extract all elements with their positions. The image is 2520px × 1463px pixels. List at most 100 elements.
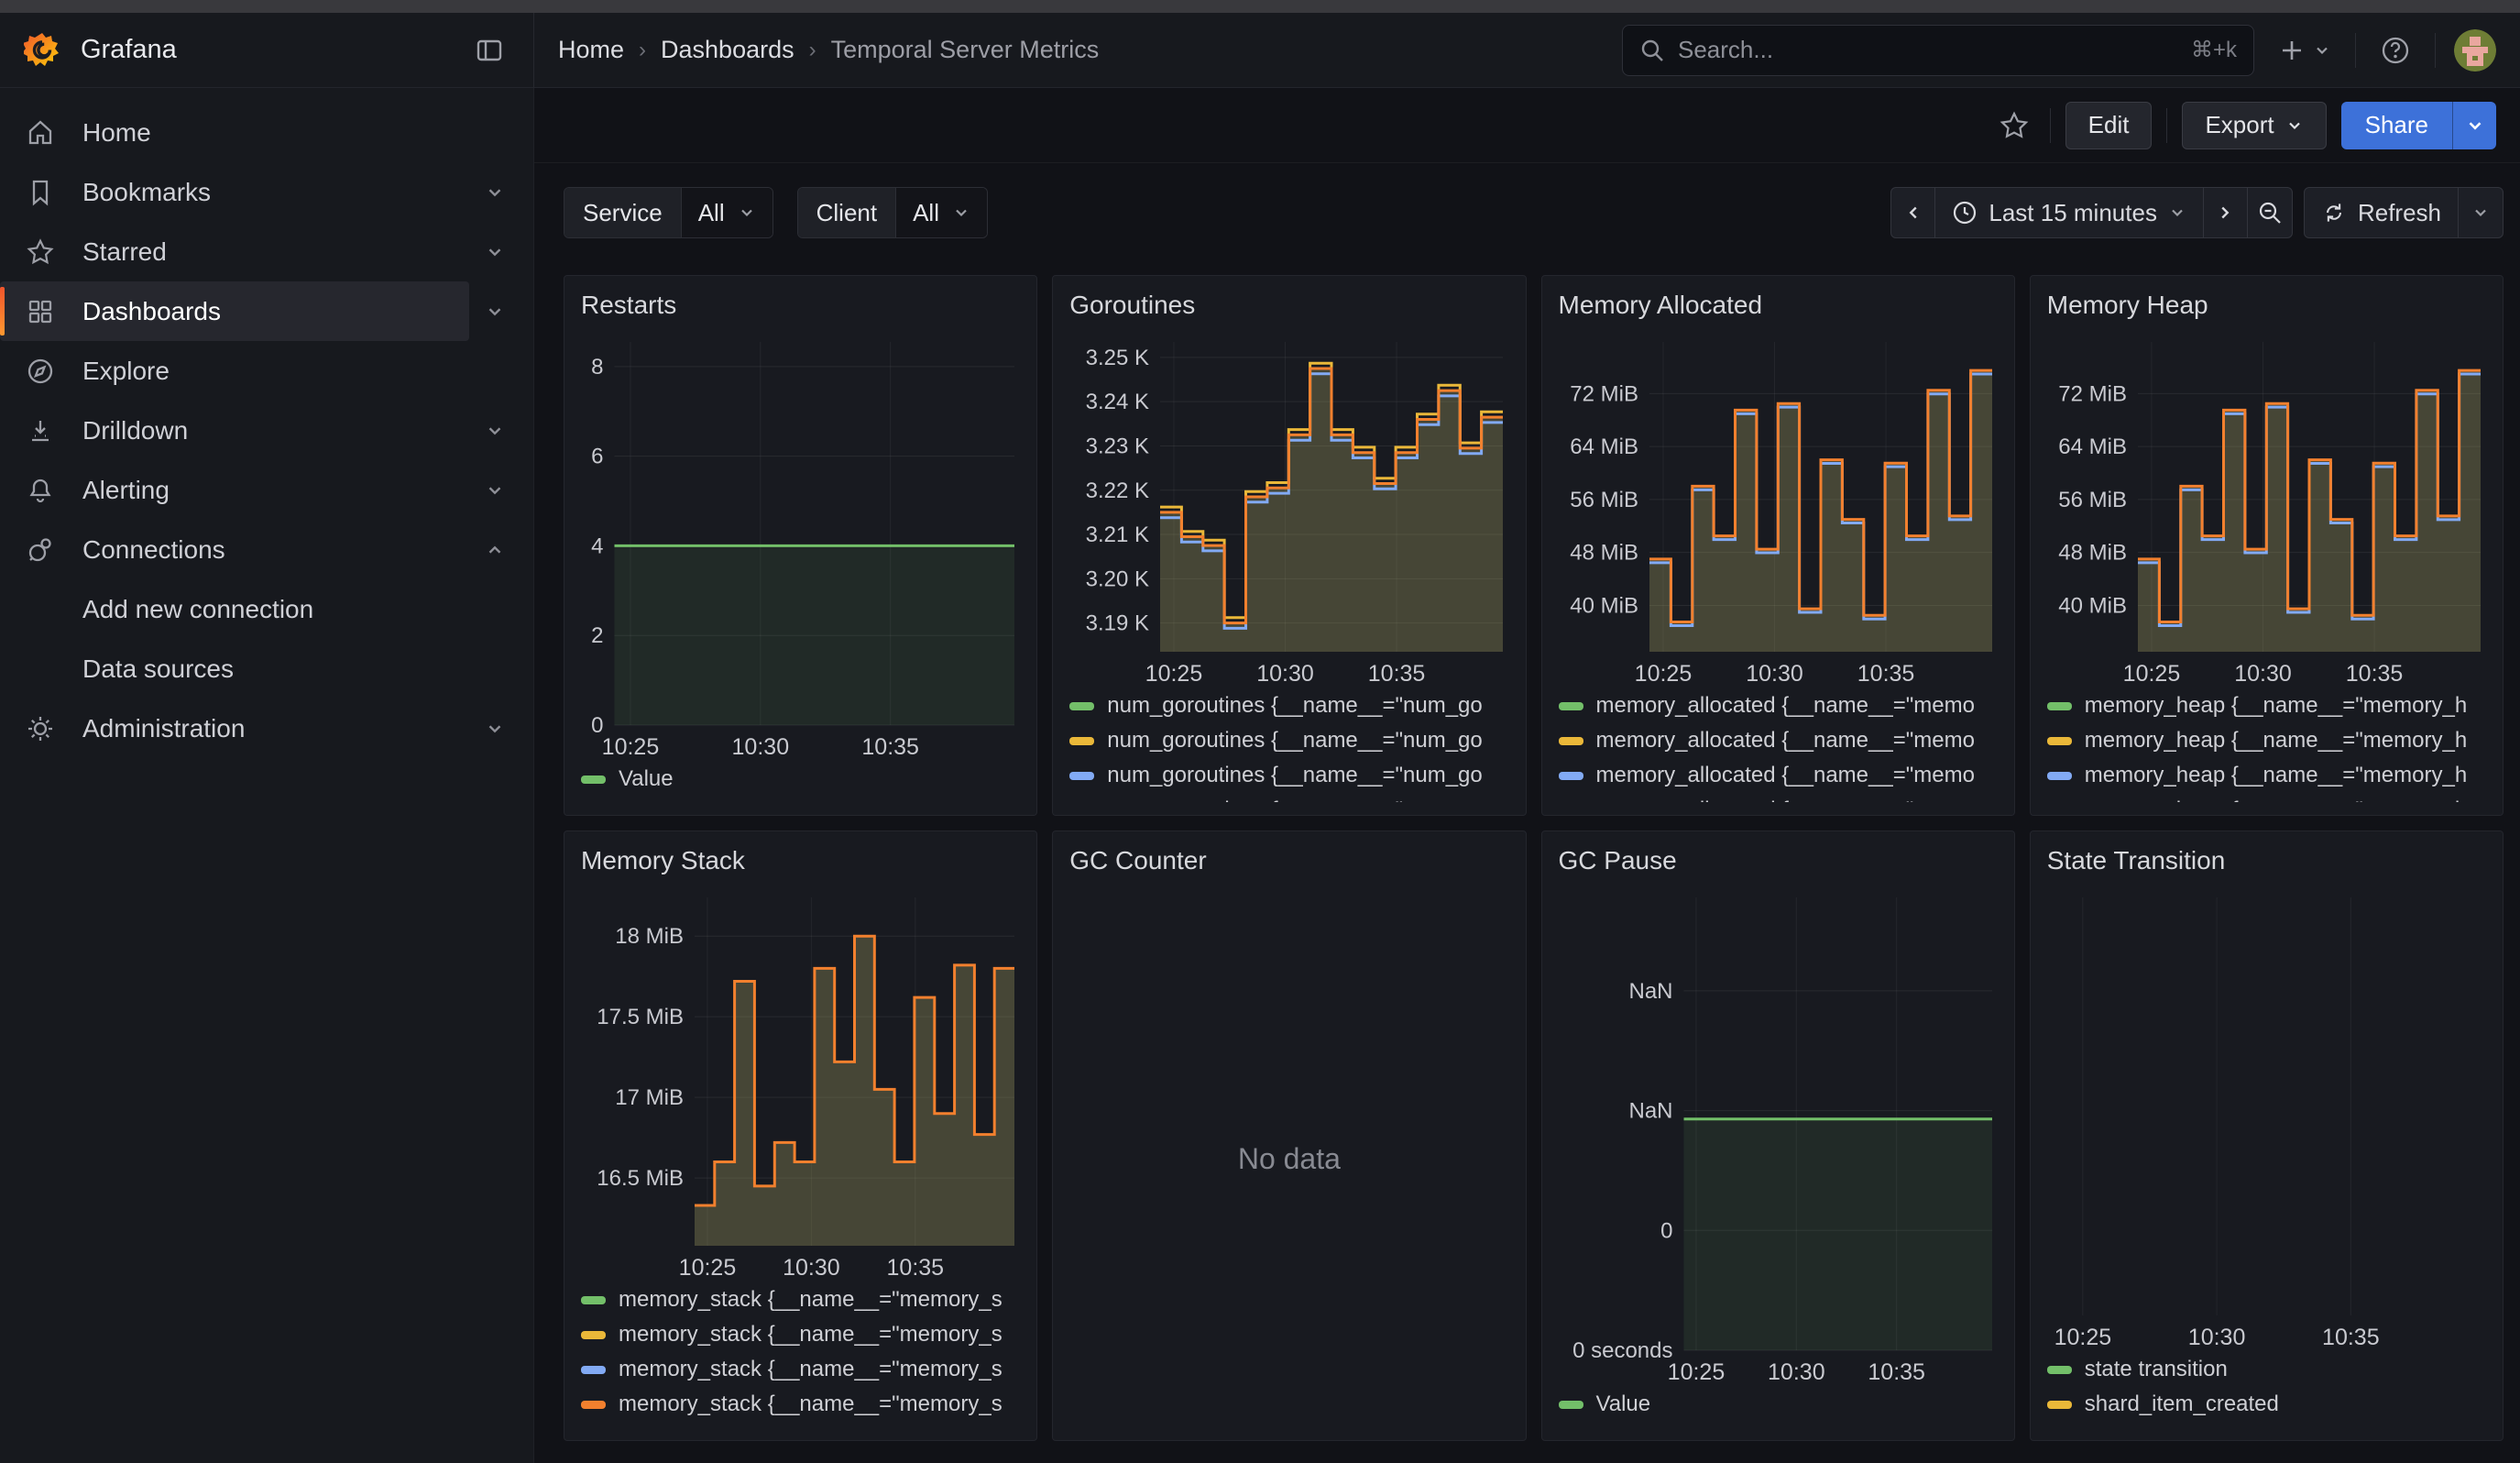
breadcrumb: Home › Dashboards › Temporal Server Metr… xyxy=(558,36,1099,64)
legend-series-label[interactable]: Value xyxy=(1596,1392,1651,1417)
legend-series-color xyxy=(1559,772,1583,780)
chevron-down-icon[interactable] xyxy=(469,405,520,456)
sidebar-link-administration[interactable]: Administration xyxy=(0,698,469,758)
legend-series-label[interactable]: memory_stack {__name__="memory_s xyxy=(619,1357,1003,1382)
svg-text:40 MiB: 40 MiB xyxy=(1570,593,1638,618)
refresh-icon xyxy=(2321,200,2347,226)
chevron-down-icon[interactable] xyxy=(469,226,520,278)
client-filter-value[interactable]: All xyxy=(896,188,987,237)
chart-restarts[interactable]: 8642010:2510:3010:35 xyxy=(581,335,1020,762)
svg-text:10:35: 10:35 xyxy=(887,1255,945,1281)
sidebar-link-alerting[interactable]: Alerting xyxy=(0,460,469,520)
zoom-out-icon[interactable] xyxy=(2248,188,2292,237)
add-new-button[interactable] xyxy=(2273,31,2337,70)
legend-series-label[interactable]: state transition xyxy=(2085,1357,2228,1382)
refresh-button[interactable]: Refresh xyxy=(2305,188,2459,237)
svg-text:3.23 K: 3.23 K xyxy=(1086,434,1149,458)
chart-goroutines[interactable]: 3.25 K3.24 K3.23 K3.22 K3.21 K3.20 K3.19… xyxy=(1069,335,1508,688)
time-shift-back-button[interactable] xyxy=(1891,188,1935,237)
legend-series-label[interactable]: memory_allocated {__name__="memo xyxy=(1596,798,1975,802)
chevron-down-icon[interactable] xyxy=(469,167,520,218)
sidebar-item-dashboards: Dashboards xyxy=(0,281,520,341)
chart-memory-stack[interactable]: 18 MiB17.5 MiB17 MiB16.5 MiB10:2510:3010… xyxy=(581,890,1020,1282)
sidebar-item-label: Add new connection xyxy=(82,595,313,624)
chart-memory-allocated[interactable]: 72 MiB64 MiB56 MiB48 MiB40 MiB10:2510:30… xyxy=(1559,335,1998,688)
sidebar-link-starred[interactable]: Starred xyxy=(0,222,469,281)
favorite-star-icon[interactable] xyxy=(1993,104,2035,147)
legend-series-label[interactable]: memory_heap {__name__="memory_h xyxy=(2085,728,2467,754)
edit-button[interactable]: Edit xyxy=(2065,102,2153,149)
sidebar-link-home[interactable]: Home xyxy=(0,103,520,162)
chevron-down-icon xyxy=(2285,116,2304,135)
legend-item: memory_allocated {__name__="memo xyxy=(1559,694,1998,718)
legend-series-label[interactable]: num_goroutines {__name__="num_go xyxy=(1107,763,1483,788)
legend-series-label[interactable]: memory_stack {__name__="memory_s xyxy=(619,1322,1003,1348)
sidebar-link-connections[interactable]: Connections xyxy=(0,520,469,579)
legend-series-color xyxy=(581,1401,606,1409)
share-button[interactable]: Share xyxy=(2341,102,2452,149)
export-button[interactable]: Export xyxy=(2182,102,2326,149)
panel-title-memory-stack[interactable]: Memory Stack xyxy=(581,846,1020,875)
legend-series-label[interactable]: num_goroutines {__name__="num_go xyxy=(1107,728,1483,754)
legend-series-label[interactable]: num_goroutines {__name__="num_go xyxy=(1107,693,1483,719)
drilldown-icon xyxy=(26,416,55,446)
legend-series-label[interactable]: memory_stack {__name__="memory_s xyxy=(619,1287,1003,1313)
legend-item: num_goroutines {__name__="num_go xyxy=(1069,729,1508,753)
legend-series-label[interactable]: memory_allocated {__name__="memo xyxy=(1596,728,1975,754)
chevron-down-icon[interactable] xyxy=(469,465,520,516)
time-range-picker[interactable]: Last 15 minutes xyxy=(1935,188,2204,237)
panel-title-gc-counter[interactable]: GC Counter xyxy=(1069,846,1508,875)
legend-restarts: Value xyxy=(581,762,1020,802)
dashboard-actions-bar: Edit Export Share xyxy=(534,88,2520,163)
svg-text:17 MiB: 17 MiB xyxy=(615,1085,684,1110)
panel-title-goroutines[interactable]: Goroutines xyxy=(1069,291,1508,320)
panel-memory-allocated: Memory Allocated72 MiB64 MiB56 MiB48 MiB… xyxy=(1541,275,2015,816)
sidebar-link-data-sources[interactable]: Data sources xyxy=(0,639,520,698)
chevron-down-icon[interactable] xyxy=(469,286,520,337)
sidebar-link-explore[interactable]: Explore xyxy=(0,341,520,401)
breadcrumb-home[interactable]: Home xyxy=(558,36,624,64)
time-shift-forward-button[interactable] xyxy=(2204,188,2248,237)
svg-text:10:25: 10:25 xyxy=(1634,661,1692,687)
divider xyxy=(2166,108,2167,143)
sidebar-link-dashboards[interactable]: Dashboards xyxy=(0,281,469,341)
help-icon[interactable] xyxy=(2374,29,2416,72)
breadcrumb-dashboards[interactable]: Dashboards xyxy=(661,36,794,64)
legend-series-label[interactable]: memory_heap {__name__="memory_h xyxy=(2085,763,2467,788)
share-dropdown-button[interactable] xyxy=(2452,102,2496,149)
panel-title-state-transition[interactable]: State Transition xyxy=(2047,846,2486,875)
panel-title-memory-allocated[interactable]: Memory Allocated xyxy=(1559,291,1998,320)
sidebar-link-drilldown[interactable]: Drilldown xyxy=(0,401,469,460)
legend-series-label[interactable]: num_goroutines {__name__="num_go xyxy=(1107,798,1483,802)
search-box[interactable]: ⌘+k xyxy=(1622,25,2254,76)
chevron-up-icon[interactable] xyxy=(469,524,520,576)
search-input[interactable] xyxy=(1678,36,2178,64)
legend-series-label[interactable]: memory_allocated {__name__="memo xyxy=(1596,763,1975,788)
panel-title-restarts[interactable]: Restarts xyxy=(581,291,1020,320)
refresh-interval-dropdown[interactable] xyxy=(2459,188,2503,237)
legend-series-label[interactable]: memory_heap {__name__="memory_h xyxy=(2085,693,2467,719)
chart-state-transition[interactable]: 10:2510:3010:35 xyxy=(2047,890,2486,1352)
sidebar-item-label: Explore xyxy=(82,357,170,386)
legend-series-label[interactable]: memory_stack {__name__="memory_s xyxy=(619,1392,1003,1417)
sidebar-link-add-new-connection[interactable]: Add new connection xyxy=(0,579,520,639)
sidebar-item-home: Home xyxy=(0,103,520,162)
panel-gc-pause: GC Pause NaNNaN00 seconds10:2510:3010:35 V… xyxy=(1541,830,2015,1441)
panel-title-gc-pause[interactable]: GC Pause xyxy=(1559,846,1998,875)
panel-title-memory-heap[interactable]: Memory Heap xyxy=(2047,291,2486,320)
legend-series-label[interactable]: Value xyxy=(619,766,674,792)
chevron-down-icon[interactable] xyxy=(469,703,520,754)
service-filter-value[interactable]: All xyxy=(682,188,772,237)
chart-gc-pause[interactable]: NaNNaN00 seconds10:2510:3010:35 xyxy=(1559,890,1998,1387)
svg-text:3.24 K: 3.24 K xyxy=(1086,390,1149,414)
sidebar-toggle-icon[interactable] xyxy=(469,30,509,71)
legend-series-label[interactable]: shard_item_created xyxy=(2085,1392,2279,1417)
client-filter: Client All xyxy=(797,187,988,238)
legend-series-label[interactable]: memory_heap {__name__="memory_h xyxy=(2085,798,2467,802)
avatar[interactable] xyxy=(2454,29,2496,72)
svg-text:NaN: NaN xyxy=(1628,979,1672,1004)
sidebar-link-bookmarks[interactable]: Bookmarks xyxy=(0,162,469,222)
legend-series-label[interactable]: memory_allocated {__name__="memo xyxy=(1596,693,1975,719)
chart-memory-heap[interactable]: 72 MiB64 MiB56 MiB48 MiB40 MiB10:2510:30… xyxy=(2047,335,2486,688)
legend-item: state transition xyxy=(2047,1358,2486,1381)
